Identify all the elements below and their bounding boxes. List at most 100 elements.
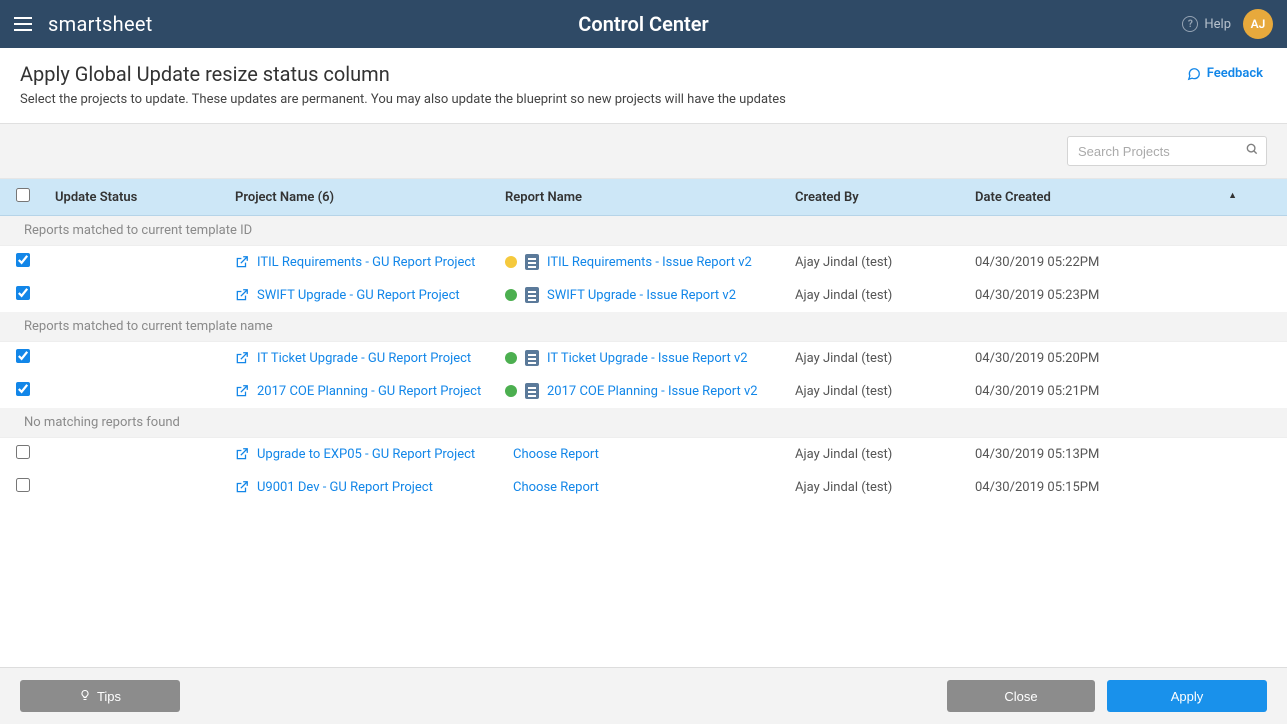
projects-table: Update Status Project Name (6) Report Na… bbox=[0, 179, 1287, 667]
open-project-icon[interactable] bbox=[235, 384, 249, 398]
report-icon[interactable] bbox=[525, 287, 539, 303]
cell-date-created: 04/30/2019 05:22PM bbox=[965, 246, 1287, 279]
feedback-label: Feedback bbox=[1207, 66, 1263, 81]
report-link[interactable]: SWIFT Upgrade - Issue Report v2 bbox=[547, 288, 736, 303]
cell-report-name: SWIFT Upgrade - Issue Report v2 bbox=[495, 279, 785, 312]
row-checkbox[interactable] bbox=[16, 286, 30, 300]
cell-created-by: Ajay Jindal (test) bbox=[785, 279, 965, 312]
close-button[interactable]: Close bbox=[947, 680, 1095, 712]
cell-created-by: Ajay Jindal (test) bbox=[785, 246, 965, 279]
column-report-name[interactable]: Report Name bbox=[495, 179, 785, 216]
cell-report-name: Choose Report bbox=[495, 438, 785, 471]
cell-update-status bbox=[45, 471, 225, 504]
cell-report-name: ITIL Requirements - Issue Report v2 bbox=[495, 246, 785, 279]
table-row: U9001 Dev - GU Report Project Choose Repo… bbox=[0, 471, 1287, 504]
cell-date-created: 04/30/2019 05:23PM bbox=[965, 279, 1287, 312]
row-checkbox[interactable] bbox=[16, 382, 30, 396]
table-row: IT Ticket Upgrade - GU Report Project IT … bbox=[0, 342, 1287, 375]
status-dot-icon bbox=[505, 352, 517, 364]
cell-project-name: 2017 COE Planning - GU Report Project bbox=[225, 375, 495, 408]
cell-created-by: Ajay Jindal (test) bbox=[785, 342, 965, 375]
cell-report-name: 2017 COE Planning - Issue Report v2 bbox=[495, 375, 785, 408]
help-icon: ? bbox=[1182, 16, 1198, 32]
group-header-label: No matching reports found bbox=[0, 408, 1287, 438]
group-header: Reports matched to current template ID bbox=[0, 216, 1287, 246]
open-project-icon[interactable] bbox=[235, 447, 249, 461]
feedback-icon bbox=[1187, 67, 1201, 81]
group-header: Reports matched to current template name bbox=[0, 312, 1287, 342]
cell-date-created: 04/30/2019 05:13PM bbox=[965, 438, 1287, 471]
column-created-by[interactable]: Created By bbox=[785, 179, 965, 216]
choose-report-link[interactable]: Choose Report bbox=[513, 447, 599, 462]
cell-report-name: Choose Report bbox=[495, 471, 785, 504]
cell-created-by: Ajay Jindal (test) bbox=[785, 438, 965, 471]
feedback-link[interactable]: Feedback bbox=[1187, 66, 1263, 81]
project-link[interactable]: SWIFT Upgrade - GU Report Project bbox=[257, 288, 460, 303]
row-checkbox[interactable] bbox=[16, 445, 30, 459]
cell-update-status bbox=[45, 342, 225, 375]
page-header: Apply Global Update resize status column… bbox=[0, 48, 1287, 124]
report-link[interactable]: 2017 COE Planning - Issue Report v2 bbox=[547, 384, 758, 399]
apply-button[interactable]: Apply bbox=[1107, 680, 1267, 712]
select-all-checkbox[interactable] bbox=[16, 188, 30, 202]
cell-report-name: IT Ticket Upgrade - Issue Report v2 bbox=[495, 342, 785, 375]
toolbar bbox=[0, 124, 1287, 179]
row-checkbox[interactable] bbox=[16, 349, 30, 363]
tips-label: Tips bbox=[97, 689, 121, 704]
choose-report-link[interactable]: Choose Report bbox=[513, 480, 599, 495]
project-link[interactable]: U9001 Dev - GU Report Project bbox=[257, 480, 433, 495]
cell-date-created: 04/30/2019 05:21PM bbox=[965, 375, 1287, 408]
cell-project-name: Upgrade to EXP05 - GU Report Project bbox=[225, 438, 495, 471]
cell-created-by: Ajay Jindal (test) bbox=[785, 471, 965, 504]
cell-update-status bbox=[45, 279, 225, 312]
table-row: Upgrade to EXP05 - GU Report Project Choo… bbox=[0, 438, 1287, 471]
brand-logo: smartsheet bbox=[48, 12, 153, 36]
group-header: No matching reports found bbox=[0, 408, 1287, 438]
sort-caret-icon: ▲ bbox=[1228, 190, 1237, 201]
footer: Tips Close Apply bbox=[0, 667, 1287, 724]
column-update-status[interactable]: Update Status bbox=[45, 179, 225, 216]
open-project-icon[interactable] bbox=[235, 288, 249, 302]
search-input[interactable] bbox=[1067, 136, 1267, 166]
cell-update-status bbox=[45, 438, 225, 471]
status-dot-icon bbox=[505, 289, 517, 301]
lightbulb-icon bbox=[79, 688, 91, 705]
report-link[interactable]: ITIL Requirements - Issue Report v2 bbox=[547, 255, 752, 270]
status-dot-icon bbox=[505, 385, 517, 397]
status-dot-icon bbox=[505, 256, 517, 268]
project-link[interactable]: Upgrade to EXP05 - GU Report Project bbox=[257, 447, 475, 462]
cell-date-created: 04/30/2019 05:15PM bbox=[965, 471, 1287, 504]
open-project-icon[interactable] bbox=[235, 351, 249, 365]
app-title: Control Center bbox=[578, 12, 708, 36]
tips-button[interactable]: Tips bbox=[20, 680, 180, 712]
search-icon[interactable] bbox=[1245, 142, 1259, 160]
menu-icon[interactable] bbox=[14, 13, 36, 35]
group-header-label: Reports matched to current template ID bbox=[0, 216, 1287, 246]
project-link[interactable]: ITIL Requirements - GU Report Project bbox=[257, 255, 475, 270]
open-project-icon[interactable] bbox=[235, 480, 249, 494]
report-icon[interactable] bbox=[525, 383, 539, 399]
cell-project-name: U9001 Dev - GU Report Project bbox=[225, 471, 495, 504]
page-subtitle: Select the projects to update. These upd… bbox=[20, 92, 1267, 107]
project-link[interactable]: IT Ticket Upgrade - GU Report Project bbox=[257, 351, 471, 366]
cell-project-name: ITIL Requirements - GU Report Project bbox=[225, 246, 495, 279]
cell-created-by: Ajay Jindal (test) bbox=[785, 375, 965, 408]
user-avatar[interactable]: AJ bbox=[1243, 9, 1273, 39]
report-icon[interactable] bbox=[525, 254, 539, 270]
cell-date-created: 04/30/2019 05:20PM bbox=[965, 342, 1287, 375]
report-link[interactable]: IT Ticket Upgrade - Issue Report v2 bbox=[547, 351, 748, 366]
top-nav-bar: smartsheet Control Center ? Help AJ bbox=[0, 0, 1287, 48]
project-link[interactable]: 2017 COE Planning - GU Report Project bbox=[257, 384, 481, 399]
page-title: Apply Global Update resize status column bbox=[20, 62, 1267, 86]
row-checkbox[interactable] bbox=[16, 478, 30, 492]
column-project-name[interactable]: Project Name (6) bbox=[225, 179, 495, 216]
column-date-created[interactable]: Date Created ▲ bbox=[965, 179, 1287, 216]
help-link[interactable]: ? Help bbox=[1182, 16, 1231, 32]
table-row: 2017 COE Planning - GU Report Project 201… bbox=[0, 375, 1287, 408]
column-select-all[interactable] bbox=[0, 179, 45, 216]
open-project-icon[interactable] bbox=[235, 255, 249, 269]
group-header-label: Reports matched to current template name bbox=[0, 312, 1287, 342]
report-icon[interactable] bbox=[525, 350, 539, 366]
table-row: ITIL Requirements - GU Report Project ITI… bbox=[0, 246, 1287, 279]
row-checkbox[interactable] bbox=[16, 253, 30, 267]
